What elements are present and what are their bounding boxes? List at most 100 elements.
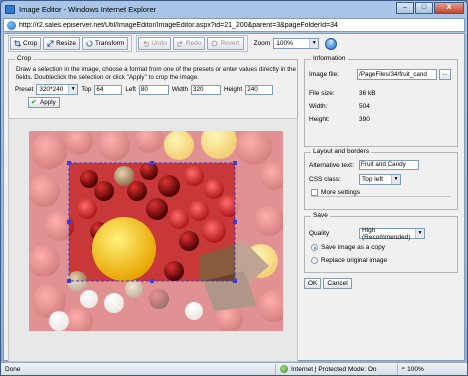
close-button[interactable]: X <box>434 2 464 14</box>
css-class-value: Top left <box>362 176 383 183</box>
window-controls: – □ X <box>395 2 464 14</box>
chevron-down-icon: ▼ <box>68 85 78 94</box>
status-text: Done <box>5 365 21 373</box>
transform-icon <box>85 40 93 47</box>
editor-toolbar: Crop Resize Transform Undo Redo Revert Z… <box>8 35 462 52</box>
globe-icon <box>280 365 288 373</box>
zoom-label: Zoom <box>253 40 271 47</box>
width-info-label: Width: <box>309 103 328 110</box>
height-label: Height <box>223 86 243 93</box>
editor-content: Crop Resize Transform Undo Redo Revert Z… <box>3 33 465 362</box>
revert-icon <box>212 40 218 47</box>
crop-legend: Crop <box>15 55 34 62</box>
address-url[interactable]: http://r2.sales.episerver.net/Util/Image… <box>19 22 338 29</box>
security-zone[interactable]: Internet | Protected Mode: On <box>275 363 377 375</box>
alt-text-field[interactable]: Fruit and Candy <box>359 160 419 170</box>
height-field[interactable]: 240 <box>245 84 274 95</box>
maximize-button[interactable]: □ <box>415 2 433 14</box>
preset-value: 320*240 <box>39 86 64 93</box>
revert-button-label: Revert <box>220 40 240 47</box>
replace-original-option[interactable]: Replace original image <box>311 257 387 264</box>
file-size-label: File size: <box>309 90 335 97</box>
browse-button[interactable]: ... <box>439 69 451 80</box>
ok-button[interactable]: OK <box>304 278 322 289</box>
left-field[interactable]: 80 <box>138 84 169 95</box>
browser-window: Image Editor - Windows Internet Explorer… <box>0 0 468 376</box>
layout-legend: Layout and borders <box>311 148 372 155</box>
resize-icon <box>47 40 54 47</box>
image-file-label: Image file: <box>309 71 339 78</box>
replace-original-label: Replace original image <box>321 257 388 264</box>
image-file-field[interactable]: /PageFiles/34/fruit_cand <box>357 69 437 80</box>
crop-fields: Preset 320*240 ▼ Top 64 Left 80 Width 32… <box>15 84 274 95</box>
crop-button[interactable]: Crop <box>10 37 42 50</box>
image-editor-icon <box>5 4 15 14</box>
apply-button[interactable]: ✔ Apply <box>28 97 60 108</box>
redo-button-label: Redo <box>185 40 202 47</box>
chevron-down-icon: ▼ <box>391 175 400 184</box>
width-field[interactable]: 320 <box>190 84 221 95</box>
cancel-button[interactable]: Cancel <box>323 278 352 289</box>
apply-button-label: Apply <box>40 99 56 106</box>
title-bar[interactable]: Image Editor - Windows Internet Explorer… <box>1 1 467 17</box>
checkmark-icon: ✔ <box>31 99 37 106</box>
help-icon[interactable]: ? <box>325 37 338 50</box>
width-info-value: 504 <box>359 103 370 110</box>
save-as-copy-option[interactable]: Save image as a copy <box>311 244 385 251</box>
resize-button-label: Resize <box>56 40 76 47</box>
quality-select[interactable]: High (Recommended) ▼ <box>359 227 425 241</box>
css-class-select[interactable]: Top left ▼ <box>359 174 401 185</box>
layout-panel: Layout and borders Alternative text: Fru… <box>304 148 458 210</box>
undo-button-label: Undo <box>151 40 167 47</box>
information-panel: Information Image file: /PageFiles/34/fr… <box>304 55 458 147</box>
image-canvas-panel <box>8 118 298 362</box>
magnifier-icon: ⌕ <box>401 365 406 372</box>
zoom-select[interactable]: 100% ▼ <box>273 38 320 49</box>
height-info-value: 390 <box>359 116 370 123</box>
dialog-actions: OK Cancel <box>304 278 354 289</box>
top-label: Top <box>81 86 92 93</box>
status-zoom-value: 100% <box>407 365 424 373</box>
tool-group: Crop Resize Transform <box>8 35 133 52</box>
save-as-copy-label: Save image as a copy <box>321 244 385 251</box>
file-size-value: 36 kB <box>359 90 376 97</box>
information-legend: Information <box>311 55 348 62</box>
height-info-label: Height: <box>309 116 330 123</box>
redo-button[interactable]: Redo <box>172 37 206 50</box>
preset-label: Preset <box>15 86 34 93</box>
left-label: Left <box>125 86 136 93</box>
quality-label: Quality <box>309 230 330 237</box>
minimize-button[interactable]: – <box>396 2 414 14</box>
address-bar[interactable]: http://r2.sales.episerver.net/Util/Image… <box>3 18 465 32</box>
revert-button[interactable]: Revert <box>207 37 244 50</box>
save-as-copy-radio[interactable] <box>311 244 318 251</box>
more-settings[interactable]: More settings <box>311 189 451 197</box>
crop-icon <box>14 40 21 47</box>
chevron-down-icon: ▼ <box>415 229 424 238</box>
save-panel: Save Quality High (Recommended) ▼ Save i… <box>304 212 458 273</box>
crop-button-label: Crop <box>23 40 38 47</box>
undo-button[interactable]: Undo <box>138 37 171 50</box>
status-zoom[interactable]: ⌕ 100% <box>396 363 424 375</box>
fruit-image <box>29 131 283 331</box>
save-legend: Save <box>311 212 330 219</box>
css-class-label: CSS class: <box>309 176 341 183</box>
undo-icon <box>143 40 150 47</box>
more-settings-checkbox[interactable] <box>311 189 318 196</box>
security-zone-label: Internet | Protected Mode: On <box>291 365 377 373</box>
transform-button[interactable]: Transform <box>81 37 129 50</box>
preset-select[interactable]: 320*240 ▼ <box>36 84 79 95</box>
more-settings-divider <box>311 196 451 197</box>
ie-page-icon <box>7 20 16 30</box>
replace-original-radio[interactable] <box>311 257 318 264</box>
resize-button[interactable]: Resize <box>43 37 80 50</box>
window-title: Image Editor - Windows Internet Explorer <box>19 4 157 14</box>
transform-button-label: Transform <box>94 40 125 47</box>
crop-instructions: Draw a selection in the image, choose a … <box>16 66 297 81</box>
alt-text-label: Alternative text: <box>309 162 354 169</box>
zoom-value: 100% <box>276 40 293 47</box>
width-label: Width <box>171 86 188 93</box>
top-field[interactable]: 64 <box>94 84 123 95</box>
image-canvas[interactable] <box>29 131 283 331</box>
redo-icon <box>176 40 183 47</box>
